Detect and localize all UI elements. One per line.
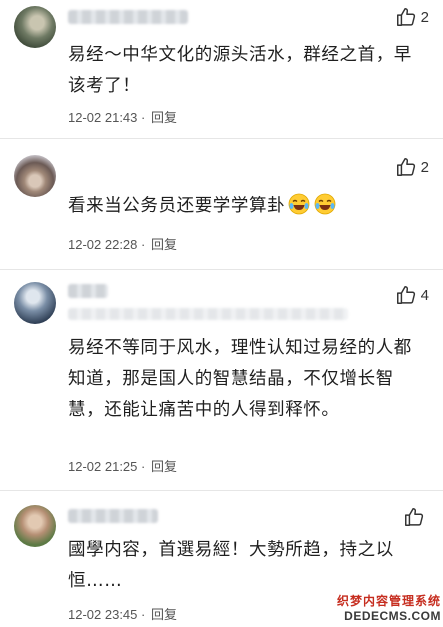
watermark: 织梦内容管理系统 DEDECMS.COM <box>337 592 441 623</box>
comment-2: 2 看来当公务员还要学学算卦 12-02 22:28 · 回复 <box>0 139 443 269</box>
comment-meta: 12-02 21:25 · 回复 <box>68 459 177 474</box>
timestamp: 12-02 21:25 <box>68 459 138 474</box>
avatar[interactable] <box>14 6 56 48</box>
comment-meta: 12-02 22:28 · 回复 <box>68 237 177 252</box>
laughing-crying-emoji-icon <box>288 193 310 215</box>
watermark-title: 织梦内容管理系统 <box>336 594 441 608</box>
like-count: 4 <box>420 286 429 304</box>
comment-text: 看来当公务员还要学学算卦 <box>68 191 419 222</box>
comment-text: 易经～中华文化的源头活水，群经之首，早该考了！ <box>68 45 412 96</box>
thumbs-up-icon <box>396 8 415 26</box>
comment-meta: 12-02 21:43 · 回复 <box>68 110 177 125</box>
avatar[interactable] <box>14 505 56 547</box>
thumbs-up-icon <box>396 286 415 304</box>
comment-text: 易经不等同于风水，理性认知过易经的人都知道，那是国人的智慧结晶，不仅增长智慧，还… <box>68 338 412 420</box>
avatar[interactable] <box>14 155 56 197</box>
username-blurred[interactable] <box>68 509 158 523</box>
thumbs-up-icon <box>405 508 424 526</box>
timestamp: 12-02 22:28 <box>68 237 138 252</box>
reply-link[interactable]: 回复 <box>151 459 177 474</box>
watermark-domain: DEDECMS.COM <box>344 609 441 623</box>
like-button[interactable]: 4 <box>395 284 429 306</box>
reply-link[interactable]: 回复 <box>151 110 177 125</box>
like-button[interactable] <box>403 506 429 528</box>
username-blurred[interactable] <box>68 284 108 298</box>
comment-text: 國學内容，首選易經！大勢所趋，持之以恒…… <box>68 540 394 591</box>
like-button[interactable]: 2 <box>395 6 429 28</box>
like-button[interactable]: 2 <box>395 156 429 178</box>
comment-3: 4 易经不等同于风水，理性认知过易经的人都知道，那是国人的智慧结晶，不仅增长智慧… <box>0 270 443 490</box>
reply-link[interactable]: 回复 <box>151 607 177 622</box>
laughing-crying-emoji-icon <box>314 193 336 215</box>
comment-meta: 12-02 23:45 · 回复 <box>68 607 177 622</box>
timestamp: 12-02 21:43 <box>68 110 138 125</box>
thumbs-up-icon <box>396 158 415 176</box>
timestamp: 12-02 23:45 <box>68 607 138 622</box>
avatar[interactable] <box>14 282 56 324</box>
username-blurred[interactable] <box>68 10 188 24</box>
like-count: 2 <box>420 158 429 176</box>
reply-link[interactable]: 回复 <box>151 237 177 252</box>
user-badge-blurred <box>68 308 348 320</box>
comment-1: 2 易经～中华文化的源头活水，群经之首，早该考了！ 12-02 21:43 · … <box>0 0 443 145</box>
like-count: 2 <box>420 8 429 26</box>
comment-text-content: 看来当公务员还要学学算卦 <box>68 196 286 216</box>
